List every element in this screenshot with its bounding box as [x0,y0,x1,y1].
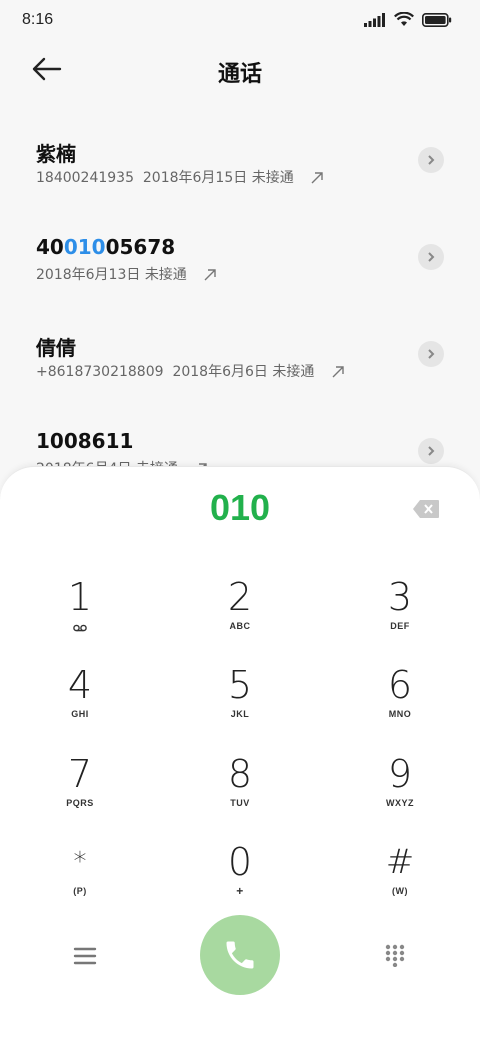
key-digit: 5 [227,663,253,707]
name-suffix: 05678 [105,235,176,259]
key-star[interactable]: * (P) [20,840,140,920]
menu-icon[interactable] [72,945,98,967]
call-row[interactable]: 4001005678 2018年6月13日 未接通 [0,207,480,304]
call-date: 2018年6月13日 [36,267,141,283]
call-status: 未接通 [272,364,315,380]
details-button[interactable] [418,438,444,464]
outgoing-arrow-icon [332,366,344,378]
key-letters: (W) [392,886,408,896]
call-button[interactable] [200,915,280,995]
key-3[interactable]: 3 DEF [340,575,460,655]
page-title: 通话 [217,62,262,87]
chevron-right-icon [428,349,435,359]
key-letters: PQRS [66,798,94,808]
key-2[interactable]: 2 ABC [180,575,300,655]
name-prefix: 40 [36,235,64,259]
details-button[interactable] [418,147,444,173]
voicemail-icon [73,624,87,632]
key-digit: 7 [67,752,93,796]
contact-name: 紫楠 [36,142,76,166]
key-0[interactable]: 0 + [180,840,300,920]
key-8[interactable]: 8 TUV [180,752,300,832]
key-letters: ABC [229,621,251,631]
key-digit: 4 [67,663,93,707]
call-row[interactable]: 紫楠 18400241935 2018年6月15日 未接通 [0,110,480,207]
key-letters: TUV [230,798,250,808]
key-9[interactable]: 9 WXYZ [340,752,460,832]
signal-icon [364,12,385,27]
dialed-number: 010 [209,487,271,528]
call-detail: +8618730218809 2018年6月6日 未接通 [36,361,345,381]
key-1[interactable]: 1 [20,575,140,655]
key-digit: 9 [387,752,413,796]
dialer-actions [0,915,480,1005]
phone-icon [226,941,254,969]
chevron-right-icon [428,155,435,165]
key-digit: 2 [227,575,253,619]
call-date: 2018年6月6日 [172,364,268,380]
dialer-panel: 010 1 2 ABC 3 DEF 4 GHI 5 JKL 6 MNO 7 PQ… [0,466,480,1041]
name-match-highlight: 010 [63,235,106,259]
contact-name: 倩倩 [36,336,76,360]
key-6[interactable]: 6 MNO [340,663,460,743]
status-icons [364,12,452,27]
key-hash[interactable]: # (W) [340,840,460,920]
chevron-right-icon [428,446,435,456]
details-button[interactable] [418,244,444,270]
call-list: 紫楠 18400241935 2018年6月15日 未接通 4001005678… [0,110,480,498]
key-digit: 6 [387,663,413,707]
key-7[interactable]: 7 PQRS [20,752,140,832]
key-digit: 8 [227,752,253,796]
key-letters: JKL [230,709,250,719]
backspace-icon[interactable] [412,499,440,519]
header: 通话 [0,40,480,100]
key-letters: WXYZ [386,798,414,808]
call-status: 未接通 [251,170,294,186]
call-date: 2018年6月15日 [142,170,248,186]
key-letters: + [236,884,244,898]
call-detail: 2018年6月13日 未接通 [36,264,217,284]
battery-icon [422,12,452,27]
key-digit: * [73,847,87,877]
key-digit: 0 [227,840,253,884]
status-time: 8:16 [22,11,54,28]
outgoing-arrow-icon [204,269,216,281]
key-letters: (P) [73,886,87,896]
contact-name: 1008611 [36,429,134,453]
key-letters: GHI [71,709,89,719]
chevron-right-icon [428,252,435,262]
call-row[interactable]: 倩倩 +8618730218809 2018年6月6日 未接通 [0,304,480,401]
call-status: 未接通 [144,267,187,283]
contact-name: 4001005678 [36,235,175,259]
key-digit: 3 [387,575,413,619]
dialpad-icon[interactable] [384,943,406,967]
status-bar: 8:16 [0,0,480,40]
key-digit: # [385,842,415,882]
wifi-icon [394,12,414,26]
key-4[interactable]: 4 GHI [20,663,140,743]
call-number: +8618730218809 [36,364,164,380]
details-button[interactable] [418,341,444,367]
call-detail: 18400241935 2018年6月15日 未接通 [36,167,324,187]
key-digit: 1 [67,575,93,619]
key-letters: DEF [390,621,410,631]
key-letters: MNO [388,709,412,719]
key-5[interactable]: 5 JKL [180,663,300,743]
call-number: 18400241935 [36,170,134,186]
outgoing-arrow-icon [311,172,323,184]
